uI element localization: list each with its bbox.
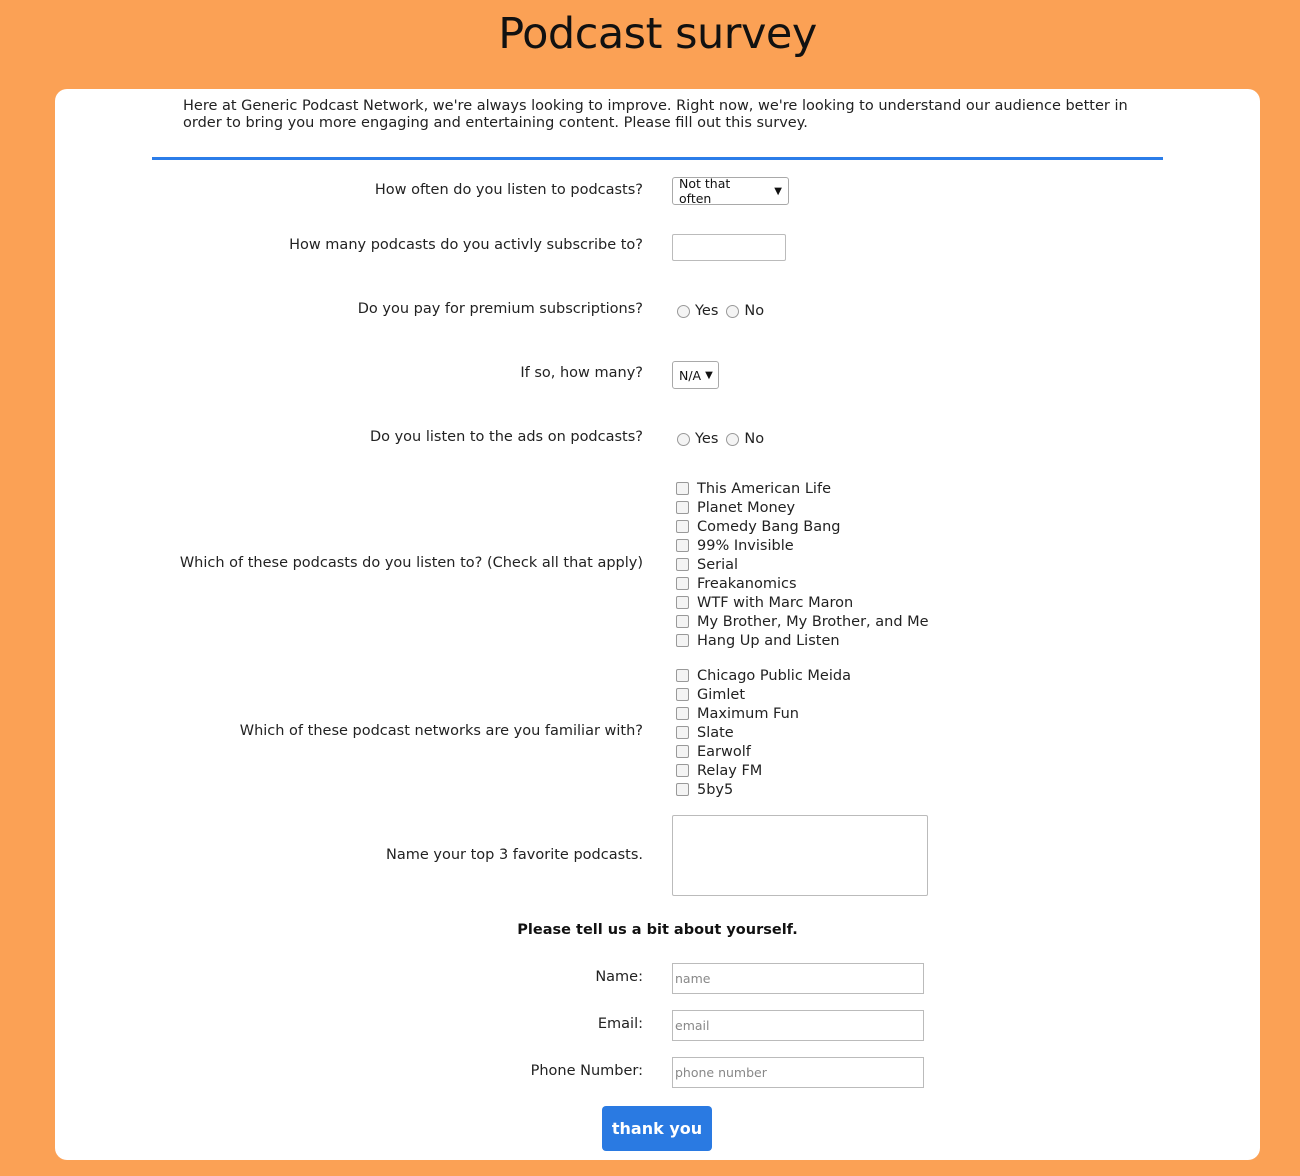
network-option[interactable]: Slate	[676, 723, 851, 742]
dropdown-arrow-icon: ▼	[705, 369, 713, 381]
network-option[interactable]: Chicago Public Meida	[676, 666, 851, 685]
option-label: My Brother, My Brother, and Me	[697, 613, 929, 630]
premium-yes-radio[interactable]	[677, 304, 690, 318]
checkbox[interactable]	[676, 764, 689, 777]
ads-yes-radio[interactable]	[677, 432, 690, 446]
option-label: Chicago Public Meida	[697, 667, 851, 684]
frequency-label: How often do you listen to podcasts?	[374, 182, 643, 198]
frequency-selected: Not that often	[679, 176, 731, 206]
favorites-label: Name your top 3 favorite podcasts.	[386, 847, 643, 863]
premium-label: Do you pay for premium subscriptions?	[357, 301, 643, 317]
podcasts-label: Which of these podcasts do you listen to…	[179, 555, 643, 571]
name-label: Name:	[595, 969, 643, 985]
checkbox[interactable]	[676, 501, 689, 514]
ads-no-option[interactable]: No	[726, 431, 764, 447]
ads-label: Do you listen to the ads on podcasts?	[369, 429, 643, 445]
option-label: Gimlet	[697, 686, 746, 703]
podcast-option[interactable]: 99% Invisible	[676, 536, 929, 555]
frequency-select[interactable]: Not that often ▼	[672, 176, 789, 206]
name-input[interactable]	[672, 963, 924, 994]
option-label: Freakanomics	[697, 575, 797, 592]
about-heading: Please tell us a bit about yourself.	[517, 922, 798, 938]
premium-no-label: No	[744, 303, 765, 319]
option-label: Earwolf	[697, 743, 751, 760]
page-title: Podcast survey	[498, 9, 817, 59]
intro-text: Here at Generic Podcast Network, we're a…	[183, 98, 1128, 131]
podcast-option[interactable]: Comedy Bang Bang	[676, 517, 929, 536]
checkbox[interactable]	[676, 783, 689, 796]
submit-button[interactable]: thank you	[602, 1106, 712, 1151]
checkbox[interactable]	[676, 669, 689, 682]
option-label: Hang Up and Listen	[697, 632, 840, 649]
premium-count-label: If so, how many?	[520, 365, 643, 381]
podcasts-checklist: This American Life Planet Money Comedy B…	[676, 479, 929, 650]
checkbox[interactable]	[676, 615, 689, 628]
checkbox[interactable]	[676, 520, 689, 533]
checkbox[interactable]	[676, 577, 689, 590]
podcast-option[interactable]: This American Life	[676, 479, 929, 498]
podcast-option[interactable]: Hang Up and Listen	[676, 631, 929, 650]
option-label: Planet Money	[697, 499, 796, 516]
checkbox[interactable]	[676, 596, 689, 609]
podcast-option[interactable]: Planet Money	[676, 498, 929, 517]
option-label: 99% Invisible	[697, 537, 794, 554]
podcast-option[interactable]: My Brother, My Brother, and Me	[676, 612, 929, 631]
podcast-option[interactable]: Freakanomics	[676, 574, 929, 593]
network-option[interactable]: Earwolf	[676, 742, 851, 761]
ads-yes-option[interactable]: Yes	[677, 431, 718, 447]
ads-radio-group: Yes No	[677, 431, 772, 447]
checkbox[interactable]	[676, 539, 689, 552]
network-option[interactable]: Relay FM	[676, 761, 851, 780]
email-input[interactable]	[672, 1010, 924, 1041]
network-option[interactable]: 5by5	[676, 780, 851, 799]
ads-no-radio[interactable]	[726, 432, 740, 446]
ads-no-label: No	[744, 431, 765, 447]
phone-input[interactable]	[672, 1057, 924, 1088]
checkbox[interactable]	[676, 634, 689, 647]
premium-yes-option[interactable]: Yes	[677, 303, 718, 319]
option-label: Slate	[697, 724, 734, 741]
option-label: Serial	[697, 556, 739, 573]
survey-card	[55, 89, 1260, 1160]
ads-yes-label: Yes	[695, 431, 719, 447]
checkbox[interactable]	[676, 688, 689, 701]
phone-label: Phone Number:	[530, 1063, 643, 1079]
option-label: Relay FM	[697, 762, 763, 779]
option-label: Comedy Bang Bang	[697, 518, 841, 535]
checkbox[interactable]	[676, 707, 689, 720]
divider	[152, 157, 1163, 160]
networks-checklist: Chicago Public Meida Gimlet Maximum Fun …	[676, 666, 851, 799]
podcast-option[interactable]: Serial	[676, 555, 929, 574]
checkbox[interactable]	[676, 558, 689, 571]
checkbox[interactable]	[676, 726, 689, 739]
dropdown-arrow-icon: ▼	[774, 185, 782, 197]
email-label: Email:	[597, 1016, 643, 1032]
network-option[interactable]: Maximum Fun	[676, 704, 851, 723]
option-label: Maximum Fun	[697, 705, 799, 722]
subscriptions-input[interactable]	[672, 234, 786, 261]
premium-yes-label: Yes	[695, 303, 719, 319]
favorites-textarea[interactable]	[672, 815, 928, 896]
option-label: WTF with Marc Maron	[697, 594, 854, 611]
premium-count-selected: N/A	[679, 367, 702, 383]
option-label: 5by5	[697, 781, 734, 798]
network-option[interactable]: Gimlet	[676, 685, 851, 704]
premium-no-option[interactable]: No	[726, 303, 764, 319]
premium-radio-group: Yes No	[677, 303, 772, 319]
checkbox[interactable]	[676, 745, 689, 758]
checkbox[interactable]	[676, 482, 689, 495]
premium-count-select[interactable]: N/A ▼	[672, 361, 719, 389]
subscriptions-label: How many podcasts do you activly subscri…	[289, 237, 643, 253]
networks-label: Which of these podcast networks are you …	[239, 723, 643, 739]
premium-no-radio[interactable]	[726, 304, 740, 318]
podcast-option[interactable]: WTF with Marc Maron	[676, 593, 929, 612]
option-label: This American Life	[697, 480, 831, 497]
